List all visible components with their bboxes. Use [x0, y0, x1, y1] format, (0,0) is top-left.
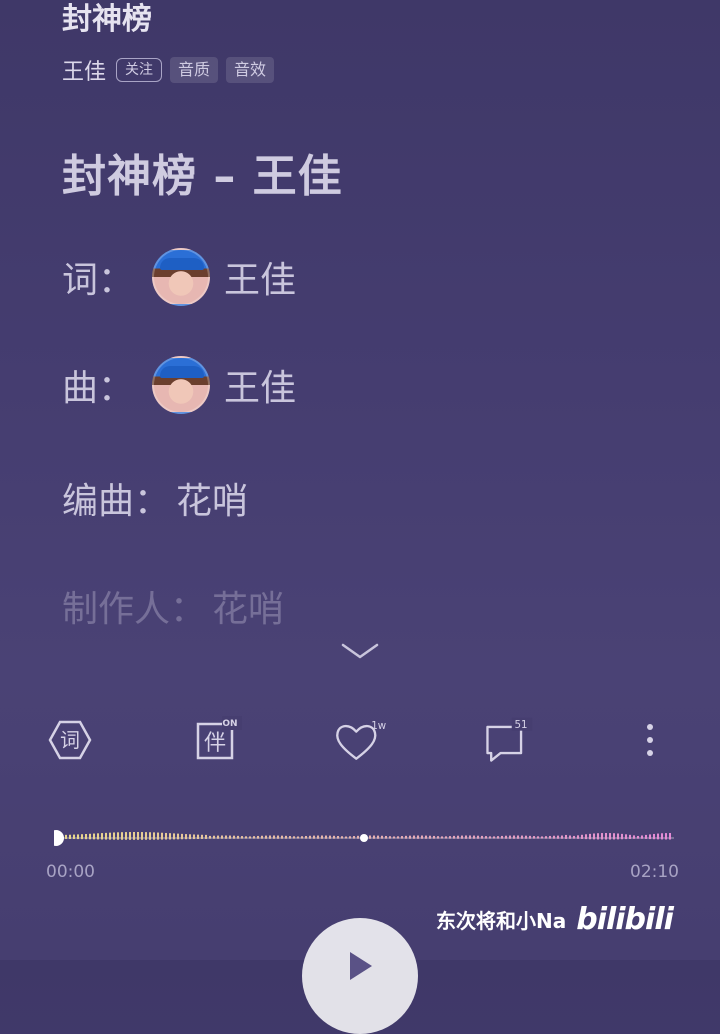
credit-role: 曲： [62, 368, 135, 409]
action-bar: 词 伴 ON 1w 51 [0, 708, 720, 772]
chevron-down-icon[interactable] [340, 640, 380, 662]
credit-name: 花哨 [176, 481, 249, 522]
progress-slider[interactable] [54, 826, 674, 850]
more-vertical-icon [647, 724, 653, 756]
progress-marker [360, 834, 368, 842]
song-title: 封神榜 [62, 2, 152, 37]
avatar[interactable] [152, 248, 211, 306]
comment-button[interactable]: 51 [480, 708, 536, 772]
progress-thumb[interactable] [54, 830, 64, 846]
watermark: 东次将和小Na bilibili [436, 902, 674, 937]
lyrics-heading: 封神榜 – 王佳 [62, 151, 343, 202]
uploader-name: 东次将和小Na [436, 909, 567, 933]
credit-producer: 制作人： 花哨 [62, 580, 284, 632]
artist-row: 王佳 关注 音质 音效 [62, 54, 275, 86]
credit-name[interactable]: 王佳 [224, 359, 296, 411]
lyrics-icon-label: 词 [60, 728, 80, 752]
bilibili-logo: bilibili [576, 902, 674, 937]
avatar[interactable] [152, 356, 211, 414]
lyrics-icon: 词 [48, 720, 92, 760]
comment-icon: 51 [486, 717, 533, 762]
credit-role: 词： [62, 260, 135, 301]
credit-role: 编曲： [62, 481, 171, 522]
heart-icon: 1w [336, 720, 386, 760]
follow-button[interactable]: 关注 [116, 58, 163, 82]
like-count: 1w [371, 720, 386, 732]
accompany-icon: 伴 ON [196, 716, 242, 760]
accompany-toggle-button[interactable]: 伴 ON [188, 708, 244, 772]
like-button[interactable]: 1w [332, 708, 388, 772]
artist-name[interactable]: 王佳 [62, 54, 106, 86]
play-button[interactable] [302, 918, 418, 1034]
credit-composer: 曲： 王佳 [62, 356, 296, 414]
comment-count: 51 [515, 719, 528, 731]
credit-lyricist: 词： 王佳 [62, 248, 296, 306]
accompany-icon-label: 伴 [204, 731, 226, 756]
quality-button[interactable]: 音质 [170, 57, 219, 83]
current-time: 00:00 [46, 862, 95, 882]
more-button[interactable] [622, 708, 678, 772]
lyrics-toggle-button[interactable]: 词 [42, 708, 98, 772]
credit-name[interactable]: 王佳 [224, 251, 296, 303]
total-time: 02:10 [630, 862, 679, 882]
credit-name: 花哨 [212, 589, 285, 630]
credit-arranger: 编曲： 花哨 [62, 472, 248, 524]
sound-effect-button[interactable]: 音效 [226, 57, 275, 83]
accompany-state: ON [222, 719, 237, 729]
credit-role: 制作人： [62, 589, 207, 630]
